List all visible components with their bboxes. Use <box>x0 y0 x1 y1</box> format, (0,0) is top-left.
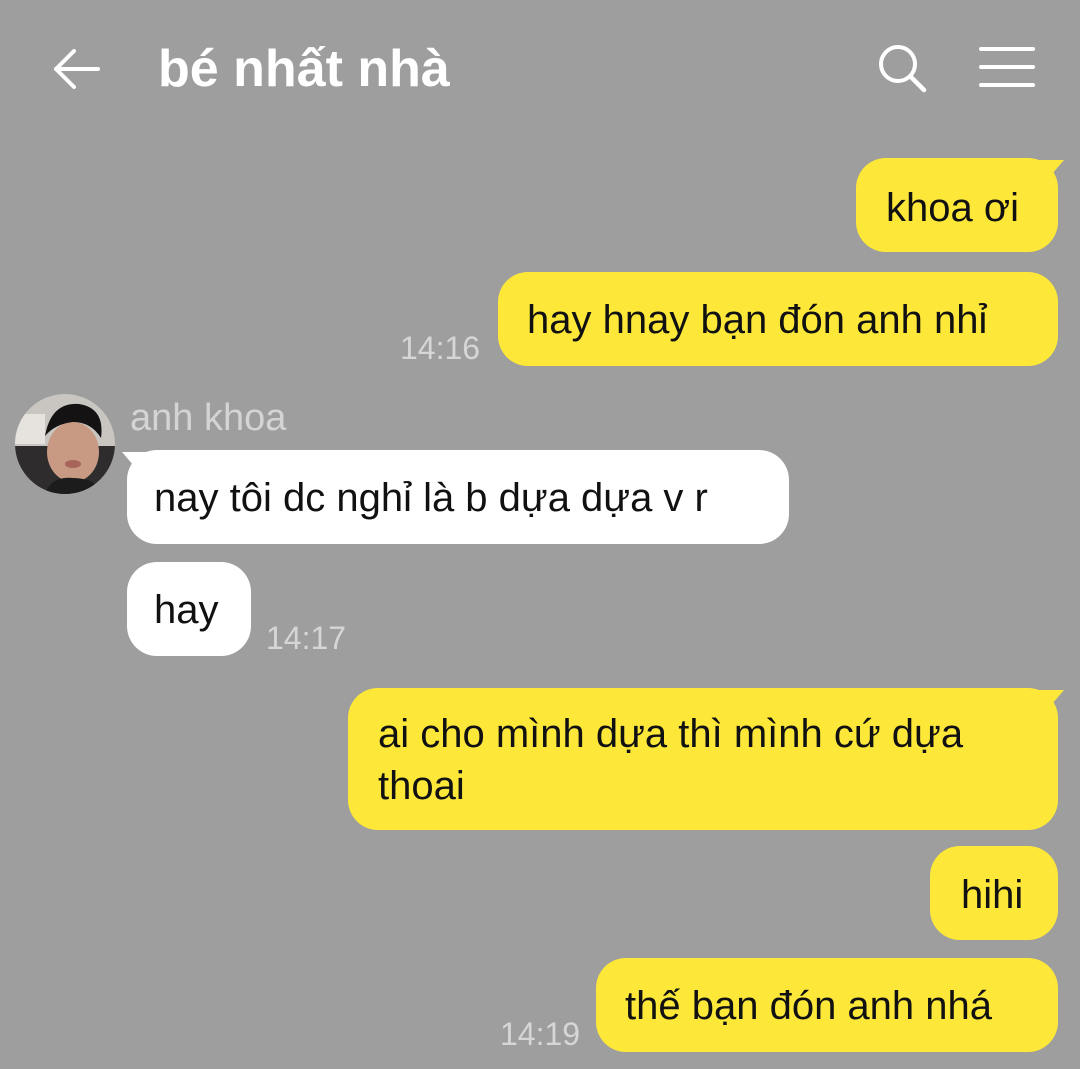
message-timestamp: 14:16 <box>400 330 481 366</box>
message-text: hay <box>154 588 219 632</box>
message-bubble-incoming[interactable]: hay <box>127 562 251 656</box>
avatar[interactable] <box>15 394 115 494</box>
arrow-left-icon <box>54 49 100 89</box>
message-bubble-incoming[interactable]: nay tôi dc nghỉ là b dựa dựa v r <box>127 450 789 544</box>
search-icon <box>879 45 927 93</box>
chat-header: bé nhất nhà <box>0 0 1080 135</box>
message-timestamp: 14:19 <box>500 1016 581 1052</box>
message-text: nay tôi dc nghỉ là b dựa dựa v r <box>154 476 708 520</box>
message-text: khoa ơi <box>886 186 1019 230</box>
back-button[interactable] <box>50 42 104 96</box>
message-bubble-outgoing[interactable]: hihi <box>930 846 1058 940</box>
message-text-line1: ai cho mình dựa thì mình cứ dựa <box>378 712 964 756</box>
avatar-photo <box>15 394 115 494</box>
chat-title: bé nhất nhà <box>158 40 450 98</box>
menu-button[interactable] <box>978 44 1036 90</box>
message-timestamp: 14:17 <box>266 620 347 656</box>
message-text: hay hnay bạn đón anh nhỉ <box>527 298 988 342</box>
message-bubble-outgoing[interactable]: khoa ơi <box>856 158 1058 252</box>
sender-name: anh khoa <box>130 397 287 439</box>
message-text-line2: thoai <box>378 764 465 808</box>
search-button[interactable] <box>874 40 930 96</box>
message-bubble-outgoing[interactable]: hay hnay bạn đón anh nhỉ <box>498 272 1058 366</box>
message-text: hihi <box>961 873 1024 917</box>
message-text: thế bạn đón anh nhá <box>625 984 993 1028</box>
message-bubble-outgoing[interactable]: thế bạn đón anh nhá <box>596 958 1058 1052</box>
message-bubble-outgoing[interactable]: ai cho mình dựa thì mình cứ dựa thoai <box>348 688 1058 830</box>
hamburger-menu-icon <box>979 47 1035 87</box>
